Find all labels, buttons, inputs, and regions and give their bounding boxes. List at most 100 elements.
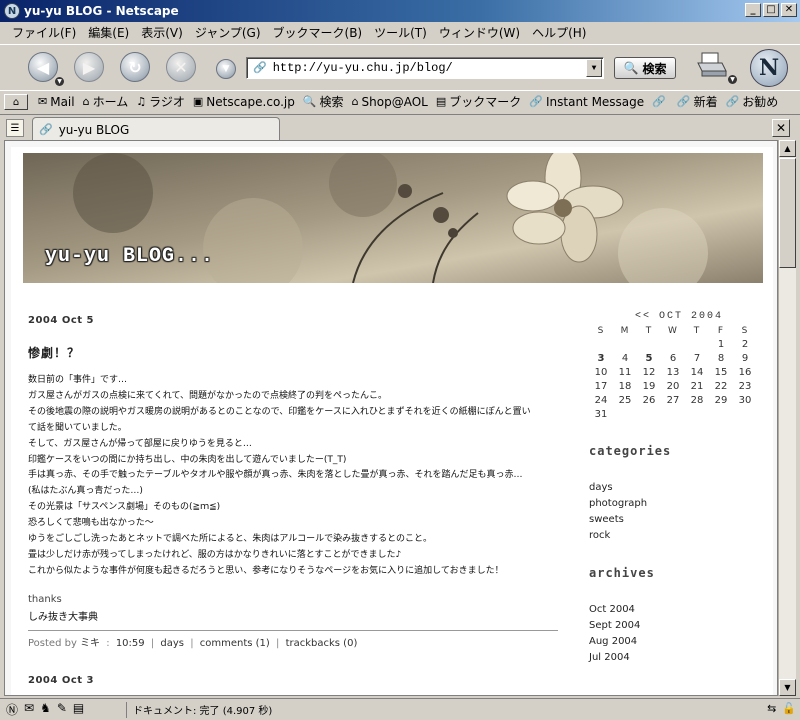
post-comments-link[interactable]: comments (1)	[200, 638, 270, 649]
status-bar: Ⓝ ✉ ♞ ✎ ▤ ドキュメント: 完了 (4.907 秒) ⇆ 🔓	[0, 698, 800, 720]
post-trackbacks-link[interactable]: trackbacks (0)	[286, 638, 358, 649]
archive-link[interactable]: Jul 2004	[589, 650, 769, 666]
bookmark-instant-message[interactable]: 🔗 Instant Message	[529, 95, 644, 109]
netscape-app-icon[interactable]: N	[4, 3, 20, 19]
calendar-day[interactable]: 5	[637, 353, 661, 364]
category-link[interactable]: photograph	[589, 496, 769, 512]
category-link[interactable]: sweets	[589, 512, 769, 528]
calendar-day: 29	[714, 395, 728, 406]
menu-view[interactable]: 表示(V)	[135, 24, 189, 41]
bookmark-search[interactable]: 🔍 検索	[303, 93, 344, 110]
calendar-weekday: T	[693, 326, 701, 336]
category-link[interactable]: days	[589, 480, 769, 496]
menu-go[interactable]: ジャンプ(G)	[189, 24, 267, 41]
post-body-line: 畳は少しだけ赤が残ってしまったけれど、服の方はかなりきれいに落とすことができまし…	[28, 549, 402, 560]
menu-file[interactable]: ファイル(F)	[6, 24, 82, 41]
post-body-line: ゆうをごしごし洗ったあとネットで調べた所によると、朱肉はアルコールで染み抜きする…	[28, 534, 433, 545]
post-time-link[interactable]: 10:59	[116, 638, 145, 649]
calendar-day: 17	[594, 381, 608, 392]
headphones-icon: ♫	[136, 95, 147, 108]
post-body-line: その光景は「サスペンス劇場」そのもの(≧ｍ≦)	[28, 502, 221, 513]
security-lock-icon: 🔓	[782, 702, 796, 715]
forward-button[interactable]: ▶	[74, 52, 104, 82]
bookmark-recommend[interactable]: 🔗 お勧め	[726, 93, 779, 110]
bookmark-folder[interactable]: ▤ ブックマーク	[436, 93, 521, 110]
archive-link[interactable]: Aug 2004	[589, 634, 769, 650]
calendar-day: 12	[642, 367, 656, 378]
menu-bookmarks[interactable]: ブックマーク(B)	[267, 24, 369, 41]
post-title: 惨劇！？	[28, 346, 81, 360]
calendar-title[interactable]: << OCT 2004	[589, 311, 769, 322]
archive-link[interactable]: Sept 2004	[589, 618, 769, 634]
calendar-day: 23	[738, 381, 752, 392]
address-book-icon[interactable]: ▤	[73, 701, 84, 718]
post-category-link[interactable]: days	[160, 638, 184, 649]
composer-icon[interactable]: ✎	[57, 701, 67, 718]
link-icon: 🔗	[676, 95, 691, 108]
home-tab-icon[interactable]: ⌂	[4, 94, 28, 110]
print-dropdown[interactable]: ▼	[728, 75, 737, 84]
url-history-button[interactable]: ▼	[216, 59, 236, 79]
menu-tools[interactable]: ツール(T)	[368, 24, 433, 41]
post-footer: Posted by ミキ : 10:59 | days | comments (…	[28, 629, 558, 649]
bookmark-home[interactable]: ⌂ ホーム	[83, 93, 129, 110]
calendar-day: 21	[690, 381, 704, 392]
category-link[interactable]: rock	[589, 528, 769, 544]
close-tab-button[interactable]: ✕	[772, 119, 790, 137]
calendar-day: 14	[690, 367, 704, 378]
navigator-icon[interactable]: Ⓝ	[6, 701, 18, 718]
scroll-down-button[interactable]: ▼	[779, 679, 796, 696]
tab-bar: ☰ 🔗 yu-yu BLOG ✕	[0, 114, 800, 141]
calendar-weekday: T	[645, 326, 653, 336]
post-author[interactable]: ミキ	[80, 638, 100, 649]
close-window-button[interactable]: ✕	[781, 3, 797, 17]
tab-yu-yu-blog[interactable]: 🔗 yu-yu BLOG	[32, 117, 280, 141]
personal-toolbar: ⌂ ✉ Mail ⌂ ホーム ♫ ラジオ ▣ Netscape.co.jp 🔍 検索 ⌂ S…	[0, 90, 800, 112]
vertical-scrollbar[interactable]: ▲ ▼	[778, 140, 796, 696]
back-history-dropdown[interactable]: ▼	[55, 77, 64, 86]
calendar-blank	[685, 339, 709, 350]
status-text: ドキュメント: 完了 (4.907 秒)	[126, 701, 272, 718]
url-field[interactable]: 🔗 http://yu-yu.chu.jp/blog/ ▼	[246, 57, 604, 79]
bookmark-shop[interactable]: ⌂ Shop@AOL	[352, 95, 428, 109]
instant-messenger-icon[interactable]: ♞	[40, 701, 51, 718]
bookmark-radio[interactable]: ♫ ラジオ	[136, 93, 185, 110]
stop-button[interactable]: ✕	[166, 52, 196, 82]
post-body-line: ガス屋さんがガスの点検に来てくれて、問題がなかったので点検終了の判をぺったんこ。	[28, 390, 388, 401]
calendar-blank	[613, 339, 637, 350]
url-dropdown-button[interactable]: ▼	[586, 59, 602, 77]
thanks-link[interactable]: しみ抜き大事典	[28, 608, 558, 623]
calendar-day[interactable]: 3	[589, 353, 613, 364]
bookmark-new[interactable]: 🔗 新着	[677, 93, 718, 110]
calendar-blank	[637, 339, 661, 350]
link-icon: 🔗	[39, 123, 53, 136]
calendar-day: 1	[717, 339, 725, 350]
calendar-day: 2	[741, 339, 749, 350]
post-body-line: 手は真っ赤、その手で触ったテーブルやタオルや服や顔が真っ赤、朱肉を落とした畳が真…	[28, 470, 523, 481]
connection-icon: ⇆	[767, 702, 777, 715]
bookmark-netscape[interactable]: ▣ Netscape.co.jp	[193, 95, 295, 109]
blog-page: yu-yu BLOG... 2004 Oct 5 惨劇！？ 数日前の「事件」です…	[11, 147, 773, 695]
calendar-day: 28	[690, 395, 704, 406]
calendar-day: 30	[738, 395, 752, 406]
scroll-thumb[interactable]	[779, 158, 796, 268]
page-proxy-icon: 🔗	[253, 63, 267, 75]
archive-link[interactable]: Oct 2004	[589, 602, 769, 618]
menu-help[interactable]: ヘルプ(H)	[526, 24, 592, 41]
calendar-blank	[661, 339, 685, 350]
reload-button[interactable]: ↻	[120, 52, 150, 82]
menu-window[interactable]: ウィンドウ(W)	[433, 24, 526, 41]
mail-icon[interactable]: ✉	[24, 701, 34, 718]
back-button[interactable]: ◀	[28, 52, 58, 82]
minimize-button[interactable]: _	[745, 3, 761, 17]
search-button[interactable]: 🔍 検索	[614, 57, 676, 79]
bookmark-link[interactable]: 🔗	[652, 95, 669, 108]
print-button[interactable]	[696, 51, 730, 81]
sidebar-toggle-icon[interactable]: ☰	[6, 119, 24, 137]
netscape-logo[interactable]: N	[750, 49, 788, 87]
scroll-up-button[interactable]: ▲	[779, 140, 796, 157]
menu-edit[interactable]: 編集(E)	[82, 24, 135, 41]
bookmark-mail[interactable]: ✉ Mail	[38, 95, 75, 109]
calendar-weekday: S	[597, 326, 605, 336]
maximize-button[interactable]: □	[763, 3, 779, 17]
